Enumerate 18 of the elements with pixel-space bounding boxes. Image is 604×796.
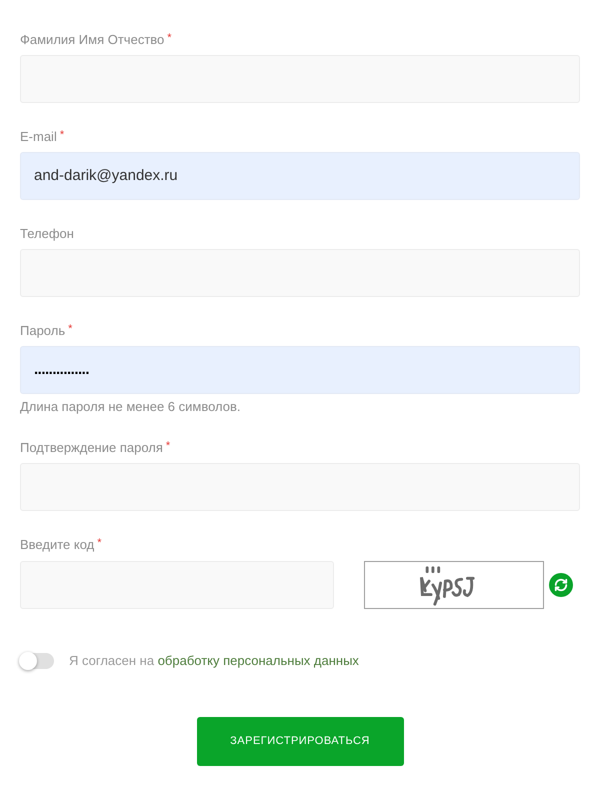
required-mark: * xyxy=(166,439,170,453)
password-field[interactable]: ............... xyxy=(20,346,580,394)
field-hint: Длина пароля не менее 6 символов. xyxy=(20,399,242,414)
required-mark: * xyxy=(68,322,72,336)
required-mark: * xyxy=(60,128,64,142)
required-mark: * xyxy=(97,536,102,550)
refresh-icon[interactable] xyxy=(549,573,573,597)
field-label: Введите код xyxy=(20,536,94,554)
required-mark: * xyxy=(167,31,172,45)
consent-text: Я согласен на обработку персональных данных xyxy=(69,652,359,670)
personal-data-link[interactable]: обработку персональных данных xyxy=(158,653,359,668)
toggle-switch[interactable] xyxy=(20,653,54,669)
field-label: Пароль xyxy=(20,322,66,340)
field-label: Телефон xyxy=(20,225,74,243)
input-field[interactable]: and-darik@yandex.ru xyxy=(20,152,580,200)
field-label: E-mail xyxy=(20,128,57,146)
field-label: Подтверждение пароля xyxy=(20,439,163,457)
field-label: Фамилия Имя Отчество xyxy=(20,31,164,49)
